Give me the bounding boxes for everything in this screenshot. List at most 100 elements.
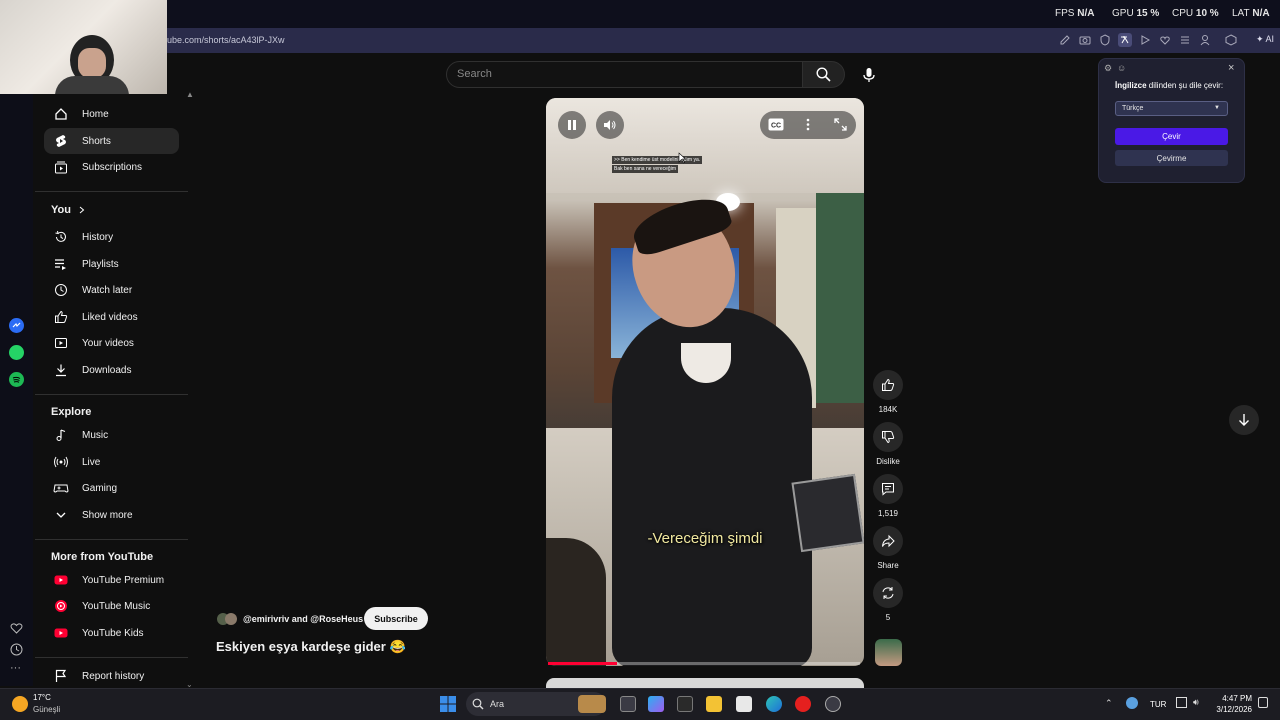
task-view-icon[interactable] — [620, 696, 636, 712]
sidebar-item-music[interactable]: Music — [44, 422, 179, 448]
captions-icon: CC — [768, 118, 784, 131]
sidebar-item-subscriptions[interactable]: Subscriptions — [44, 154, 179, 180]
sidebar-item-home[interactable]: Home — [44, 101, 179, 127]
cpu-readout: CPU 10 % — [1172, 8, 1219, 19]
target-language-select[interactable]: Türkçe ▼ — [1115, 101, 1228, 116]
like-button[interactable]: 184K — [873, 370, 903, 414]
cube-icon[interactable] — [1224, 33, 1238, 47]
notification-icon[interactable] — [1258, 697, 1268, 708]
whatsapp-icon[interactable] — [9, 345, 24, 360]
weather-temperature[interactable]: 17°C — [33, 693, 51, 702]
next-short-preview[interactable] — [546, 678, 864, 688]
sidebar-item-show-more[interactable]: Show more — [44, 502, 179, 528]
sidebar-item-label: Playlists — [82, 258, 119, 270]
ai-button[interactable]: ✦ AI — [1256, 34, 1274, 45]
search-highlight-icon — [578, 695, 606, 713]
sidebar-item-shorts[interactable]: Shorts — [44, 128, 179, 154]
copilot-icon[interactable] — [648, 696, 664, 712]
you-section-header[interactable]: You — [51, 204, 85, 216]
camera-icon[interactable] — [1078, 33, 1092, 47]
video-progress-fill — [548, 662, 617, 665]
weather-condition[interactable]: Güneşli — [33, 705, 60, 714]
sidebar-item-youtube-kids[interactable]: YouTube Kids — [44, 620, 179, 646]
channel-thumbnail[interactable] — [875, 639, 902, 666]
sidebar-item-history[interactable]: History — [44, 224, 179, 250]
opera-gx-icon[interactable] — [795, 696, 811, 712]
voice-search-button[interactable] — [855, 61, 883, 88]
volume-button[interactable] — [596, 111, 624, 139]
spotify-icon[interactable] — [9, 372, 24, 387]
history-icon — [53, 229, 69, 245]
sidebar-item-playlists[interactable]: Playlists — [44, 251, 179, 277]
channel-names[interactable]: @emirivriv and @RoseHeus — [243, 614, 363, 624]
selected-language: Türkçe — [1122, 105, 1144, 112]
comments-button[interactable]: 1,519 — [873, 474, 903, 518]
weather-sun-icon[interactable] — [12, 696, 28, 712]
translate-button[interactable]: Çevir — [1115, 128, 1228, 145]
play-icon[interactable] — [1138, 33, 1152, 47]
heart-icon[interactable] — [10, 622, 23, 634]
lat-readout: LAT N/A — [1232, 8, 1270, 19]
clock-time[interactable]: 4:47 PM — [1214, 694, 1252, 703]
input-language[interactable]: TUR — [1150, 700, 1166, 709]
share-button[interactable]: Share — [873, 526, 903, 570]
cloud-icon[interactable] — [1126, 697, 1138, 709]
translate-prompt: İngilizce dilinden şu dile çevir: — [1115, 81, 1224, 90]
edit-icon[interactable] — [1058, 33, 1072, 47]
smiley-icon[interactable]: ☺ — [1117, 63, 1126, 73]
edge-icon[interactable] — [766, 696, 782, 712]
next-video-button[interactable] — [1229, 405, 1259, 435]
subscribe-button[interactable]: Subscribe — [364, 607, 428, 630]
search-input[interactable] — [446, 61, 803, 88]
messenger-icon[interactable] — [9, 318, 24, 333]
chevron-up-icon[interactable]: ⌃ — [1105, 698, 1113, 709]
remix-count: 5 — [885, 613, 891, 622]
shield-icon[interactable] — [1098, 33, 1112, 47]
sidebar-item-report-history[interactable]: Report history — [44, 663, 179, 689]
sidebar-item-your-videos[interactable]: Your videos — [44, 330, 179, 356]
clock-icon[interactable] — [10, 643, 23, 656]
fullscreen-button[interactable] — [834, 118, 847, 131]
search-icon — [472, 698, 484, 710]
translate-extension-icon[interactable] — [1118, 33, 1132, 47]
settings-icon[interactable]: ⚙ — [1104, 63, 1112, 74]
sidebar-item-gaming[interactable]: Gaming — [44, 475, 179, 501]
remix-button[interactable]: 5 — [873, 578, 903, 622]
download-icon — [53, 362, 69, 378]
sidebar-item-liked-videos[interactable]: Liked videos — [44, 304, 179, 330]
thumbs-down-icon — [881, 430, 895, 444]
app-icon[interactable] — [677, 696, 693, 712]
dislike-button[interactable]: Dislike — [873, 422, 903, 466]
video-title[interactable]: Eskiyen eşya kardeşe gider 😂 — [216, 639, 406, 655]
close-icon[interactable]: × — [1228, 62, 1234, 74]
file-explorer-icon[interactable] — [706, 696, 722, 712]
heart-icon[interactable] — [1158, 33, 1172, 47]
scroll-up-icon[interactable]: ▲ — [186, 90, 194, 99]
network-icon[interactable] — [1176, 697, 1187, 708]
video-frame-shadow — [546, 538, 606, 666]
channel-avatar[interactable] — [216, 610, 238, 628]
menu-list-icon[interactable] — [1178, 33, 1192, 47]
store-icon[interactable] — [736, 696, 752, 712]
sidebar-item-youtube-premium[interactable]: YouTube Premium — [44, 567, 179, 593]
sidebar-item-watch-later[interactable]: Watch later — [44, 277, 179, 303]
more-dots-icon[interactable]: ··· — [10, 662, 21, 674]
dont-translate-button[interactable]: Çevirme — [1115, 150, 1228, 166]
more-options-button[interactable] — [806, 118, 810, 131]
captions-button[interactable]: CC — [768, 118, 784, 131]
sidebar-item-live[interactable]: Live — [44, 449, 179, 475]
pause-icon — [567, 119, 577, 131]
settings-app-icon[interactable] — [825, 696, 841, 712]
volume-icon[interactable]: 🔊︎ — [1193, 697, 1199, 708]
pause-button[interactable] — [558, 111, 586, 139]
sidebar-item-youtube-music[interactable]: YouTube Music — [44, 593, 179, 619]
search-button[interactable] — [803, 61, 845, 88]
shorts-video-player[interactable] — [546, 98, 864, 666]
flag-icon — [53, 668, 69, 684]
svg-text:CC: CC — [771, 123, 781, 130]
clock-date[interactable]: 3/12/2026 — [1210, 705, 1252, 714]
sidebar-item-downloads[interactable]: Downloads — [44, 357, 179, 383]
windows-start-icon[interactable] — [440, 696, 456, 712]
address-bar-url[interactable]: ube.com/shorts/acA43lP-JXw — [167, 35, 285, 45]
profile-icon[interactable] — [1198, 33, 1212, 47]
